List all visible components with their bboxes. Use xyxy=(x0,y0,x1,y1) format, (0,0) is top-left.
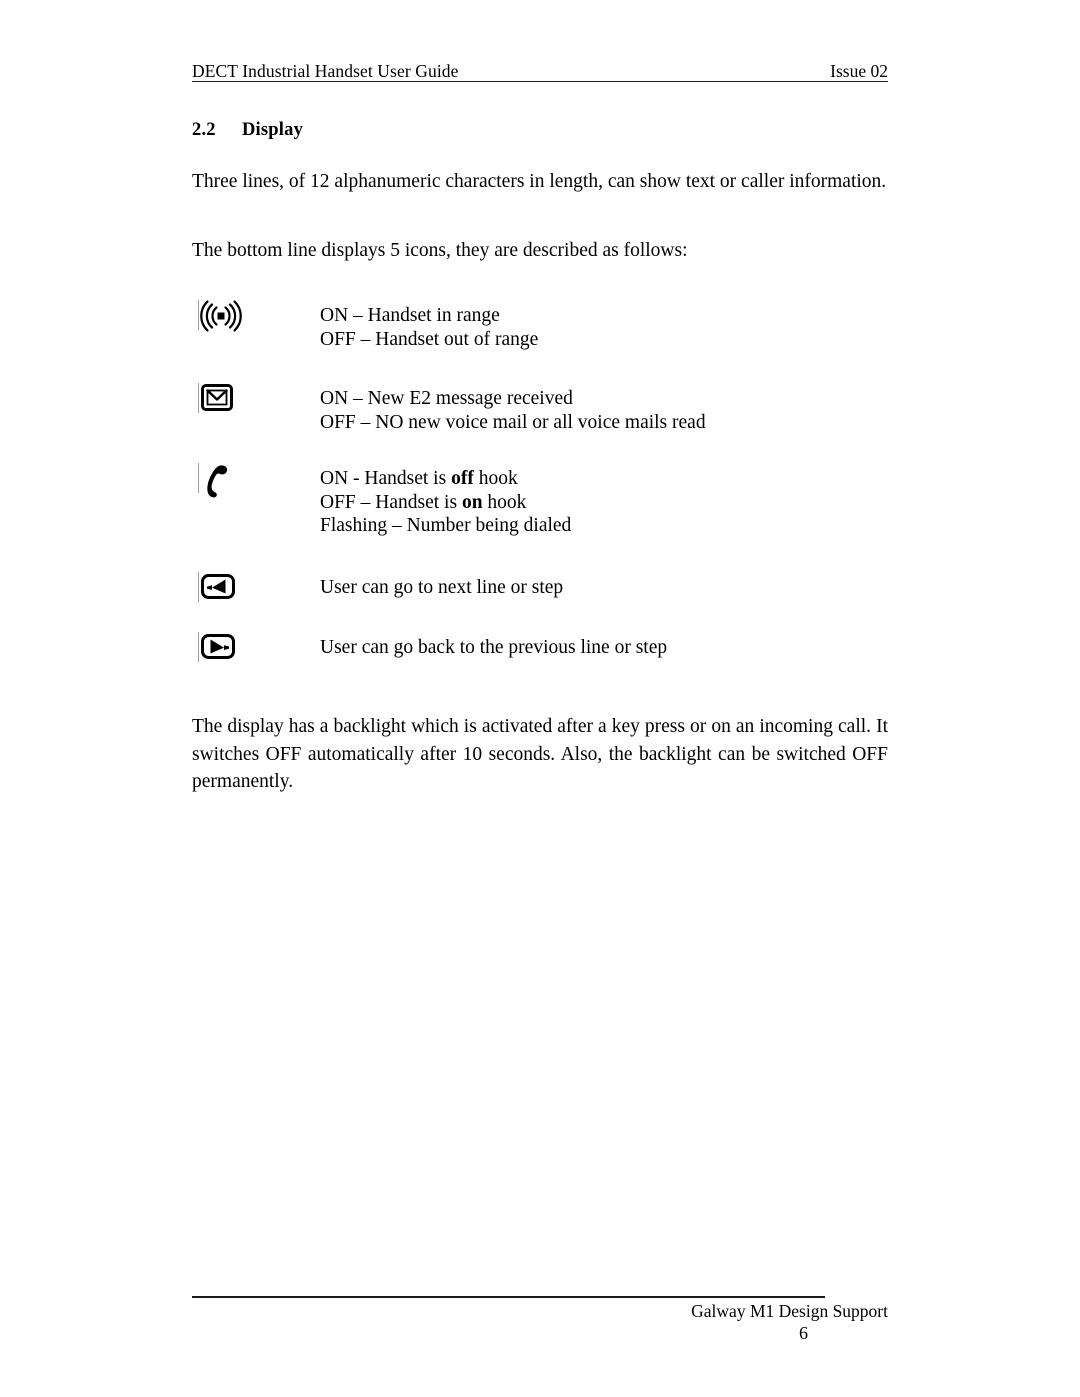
icon-row-next: User can go to next line or step xyxy=(192,570,888,604)
envelope-message-icon xyxy=(198,381,238,415)
icon-desc-line: ON - Handset is off hook xyxy=(320,467,888,491)
header-title: DECT Industrial Handset User Guide xyxy=(192,61,459,81)
section-title: Display xyxy=(242,120,304,140)
icon-desc-emphasis: off xyxy=(451,468,474,489)
icon-cell-prev xyxy=(192,630,320,664)
document-page: DECT Industrial Handset User Guide Issue… xyxy=(0,0,1080,1397)
section-heading: 2.2 Display xyxy=(192,120,303,141)
icon-cell-message xyxy=(192,381,320,415)
paragraph-bottom-line: The bottom line displays 5 icons, they a… xyxy=(192,240,688,261)
icon-desc-prefix: ON - Handset is xyxy=(320,468,452,489)
arrow-left-key-icon xyxy=(198,570,240,604)
signal-range-icon xyxy=(198,298,244,334)
icon-row-prev: User can go back to the previous line or… xyxy=(192,630,888,664)
icon-desc-line: OFF – Handset out of range xyxy=(320,328,539,350)
icon-desc-line: User can go back to the previous line or… xyxy=(320,637,668,658)
icon-desc-suffix: hook xyxy=(482,491,527,513)
icon-desc-emphasis: on xyxy=(461,491,483,513)
icon-row-signal: ON – Handset in range OFF – Handset out … xyxy=(192,298,888,351)
header-issue: Issue 02 xyxy=(830,61,888,81)
section-number: 2.2 xyxy=(192,120,216,140)
paragraph-intro: Three lines, of 12 alphanumeric characte… xyxy=(192,171,887,192)
phone-handset-icon xyxy=(198,461,232,501)
icon-description-prev: User can go back to the previous line or… xyxy=(320,630,888,660)
arrow-right-key-icon xyxy=(198,630,240,664)
icon-cell-signal xyxy=(192,298,320,334)
icon-desc-line: Flashing – Number being dialed xyxy=(320,515,572,536)
icon-description-hook: ON - Handset is off hook OFF – Handset i… xyxy=(320,461,888,538)
icon-description-message: ON – New E2 message received OFF – NO ne… xyxy=(320,381,888,434)
icon-cell-next xyxy=(192,570,320,604)
icon-description-next: User can go to next line or step xyxy=(320,570,888,600)
page-number: 6 xyxy=(799,1323,808,1343)
footer-rule xyxy=(192,1296,825,1298)
paragraph-backlight: The display has a backlight which is act… xyxy=(192,716,888,792)
icon-desc-line: OFF – NO new voice mail or all voice mai… xyxy=(320,411,706,433)
page-header: DECT Industrial Handset User Guide Issue… xyxy=(192,55,888,82)
icon-description-signal: ON – Handset in range OFF – Handset out … xyxy=(320,298,888,351)
icon-desc-line: ON – Handset in range xyxy=(320,305,500,326)
icon-row-hook: ON - Handset is off hook OFF – Handset i… xyxy=(192,461,888,538)
footer-company: Galway M1 Design Support xyxy=(691,1301,888,1321)
icon-desc-line: ON – New E2 message received xyxy=(320,388,573,409)
icon-desc-line: OFF – Handset is on hook xyxy=(320,491,888,515)
icon-row-message: ON – New E2 message received OFF – NO ne… xyxy=(192,381,888,434)
icon-cell-hook xyxy=(192,461,320,501)
icon-desc-line: User can go to next line or step xyxy=(320,577,564,598)
icon-desc-prefix: OFF – Handset is xyxy=(320,491,462,513)
icon-desc-suffix: hook xyxy=(473,468,518,489)
